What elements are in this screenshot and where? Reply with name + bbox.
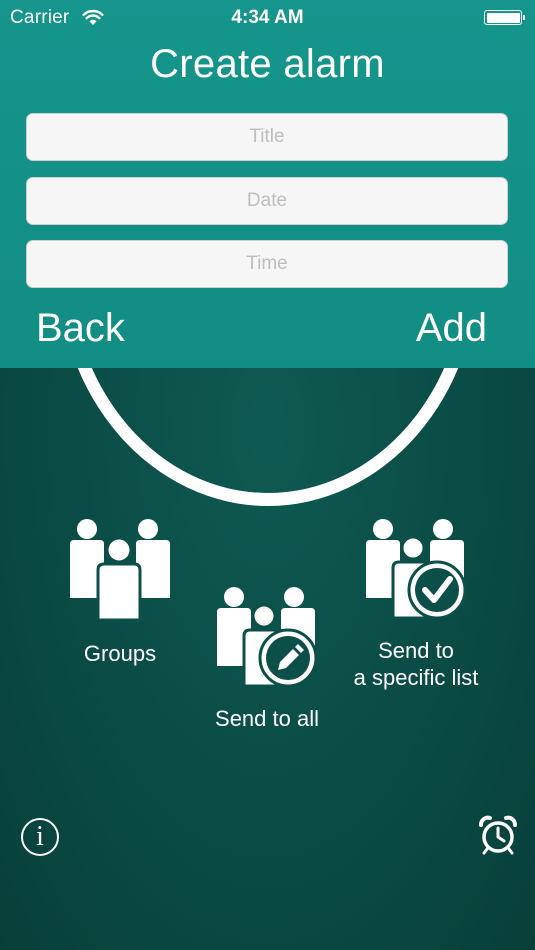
send-to-list-line2: a specific list xyxy=(353,665,479,690)
groups-label: Groups xyxy=(83,641,157,666)
group-edit-icon xyxy=(217,587,318,688)
send-to-all-option[interactable]: Send to all xyxy=(190,586,344,732)
send-to-list-line1: Send to xyxy=(378,638,454,663)
send-to-all-label: Send to all xyxy=(215,706,319,731)
time-input[interactable] xyxy=(26,240,508,288)
battery-icon xyxy=(484,10,525,25)
add-button[interactable]: Add xyxy=(416,306,487,351)
status-time: 4:34 AM xyxy=(231,7,304,28)
date-input[interactable] xyxy=(26,177,508,225)
back-button[interactable]: Back xyxy=(36,306,125,351)
groups-icon xyxy=(70,519,170,622)
create-alarm-panel: Carrier 4:34 AM Create alarm Back Add xyxy=(0,0,535,368)
status-bar: Carrier 4:34 AM xyxy=(0,0,535,36)
title-input[interactable] xyxy=(26,113,508,161)
info-icon[interactable]: i xyxy=(21,818,59,856)
alarm-clock-icon[interactable] xyxy=(478,815,518,855)
page-title: Create alarm xyxy=(150,42,385,86)
group-check-icon xyxy=(366,519,467,620)
send-to-list-label: Send to a specific list xyxy=(336,637,496,691)
groups-option[interactable]: Groups xyxy=(60,518,180,667)
send-to-list-option[interactable]: Send to a specific list xyxy=(336,518,496,691)
